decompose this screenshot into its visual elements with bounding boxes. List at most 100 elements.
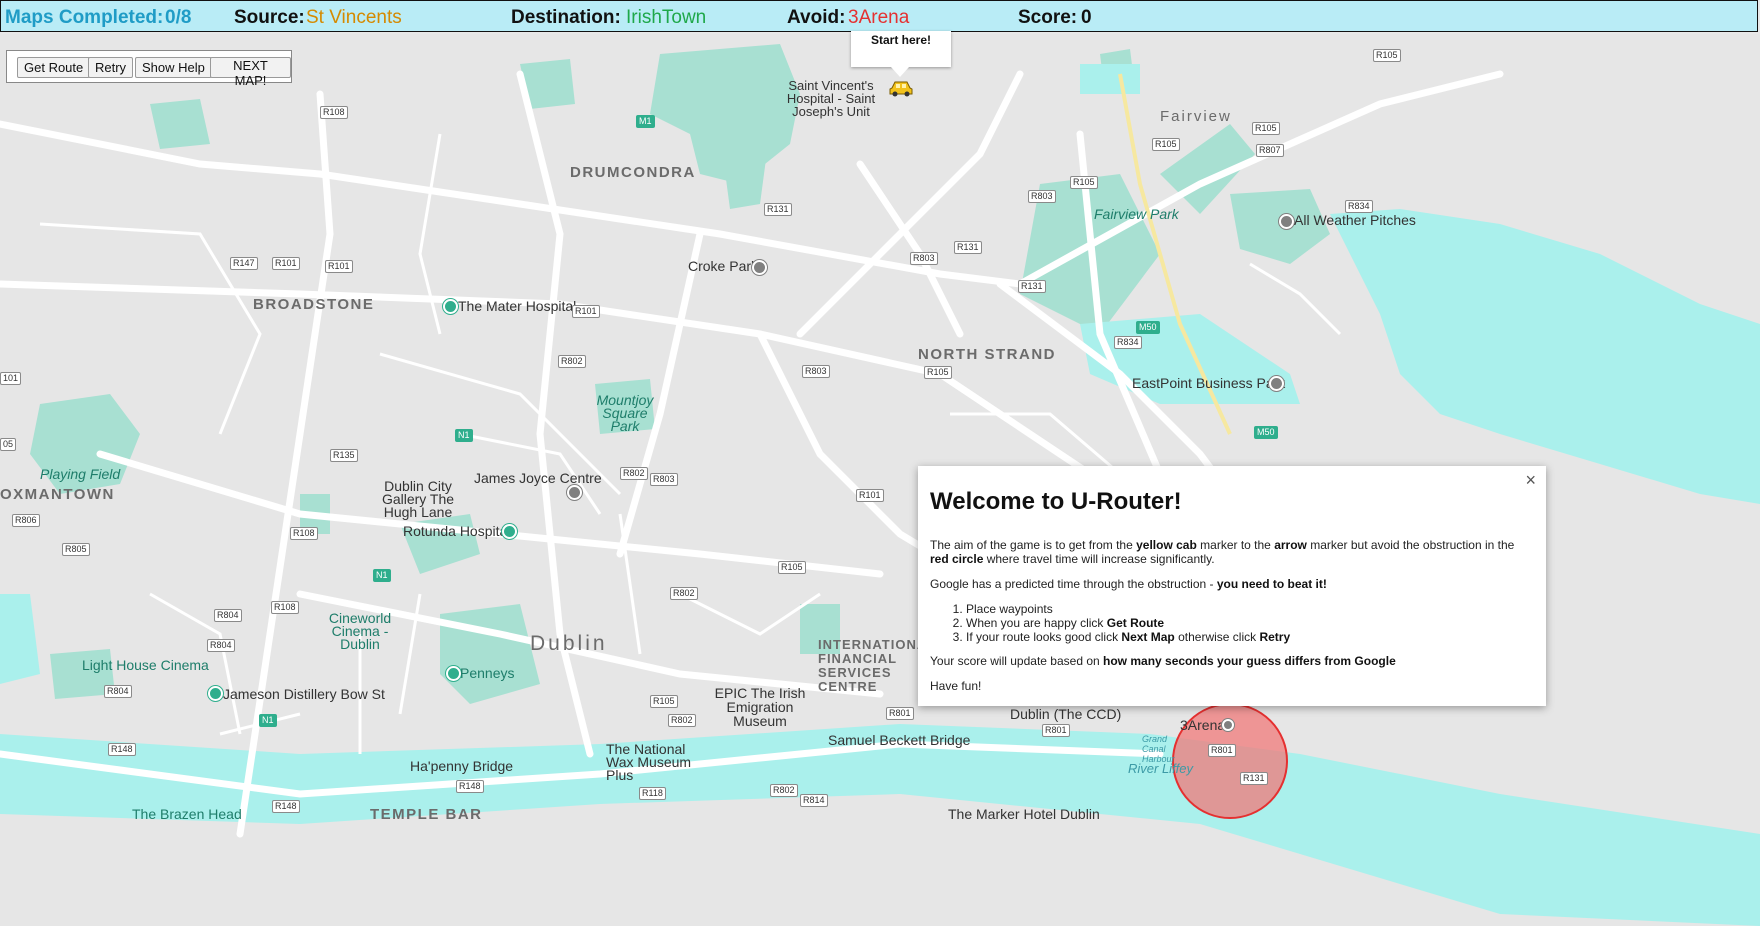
map-label-jameson: Jameson Distillery Bow St xyxy=(223,686,385,702)
dialog-intro: The aim of the game is to get from the y… xyxy=(930,538,1515,566)
road-shield: R801 xyxy=(1208,744,1236,757)
close-icon[interactable]: × xyxy=(1525,470,1536,491)
map-label-fairview-park: Fairview Park xyxy=(1094,206,1179,222)
road-shield: R804 xyxy=(207,639,235,652)
road-shield: R131 xyxy=(1018,280,1046,293)
map-label-mountjoy: Mountjoy Square Park xyxy=(596,392,654,434)
destination-label: Destination: xyxy=(511,7,621,28)
road-shield: 05 xyxy=(0,438,17,451)
road-shield: R803 xyxy=(802,365,830,378)
motorway-shield: M50 xyxy=(1254,426,1278,439)
map-label-hugh-lane: Dublin City Gallery The Hugh Lane xyxy=(381,478,455,520)
road-shield: R806 xyxy=(12,514,40,527)
road-shield: R802 xyxy=(770,784,798,797)
map-label-croke-park: Croke Park xyxy=(688,258,759,274)
road-shield: R801 xyxy=(1042,724,1070,737)
road-shield: R834 xyxy=(1345,200,1373,213)
map-label-penneys: Penneys xyxy=(460,665,515,681)
map-label-north-strand: NORTH STRAND xyxy=(918,346,1056,363)
road-shield: R105 xyxy=(1252,122,1280,135)
avoid-value: 3Arena xyxy=(848,7,910,28)
dialog-step: Place waypoints xyxy=(966,602,1532,616)
map-label-playing-field: Playing Field xyxy=(40,466,121,482)
rotunda-pin-icon[interactable] xyxy=(502,524,517,539)
motorway-shield: N1 xyxy=(259,714,277,727)
map-label-mater: The Mater Hospital xyxy=(458,298,577,314)
map-label-light-house: Light House Cinema xyxy=(82,657,209,673)
start-marker-label: Start here! xyxy=(870,33,932,47)
maps-completed-label: Maps Completed: xyxy=(5,7,164,28)
score-value: 0 xyxy=(1081,7,1092,28)
road-shield: R803 xyxy=(1028,190,1056,203)
road-shield: R807 xyxy=(1256,144,1284,157)
maps-completed-value: 0/8 xyxy=(165,7,192,28)
map-label-rotunda: Rotunda Hospital xyxy=(403,523,511,539)
map-label-fairview: Fairview xyxy=(1160,108,1232,125)
road-shield: R108 xyxy=(271,601,299,614)
map-label-hapenny: Ha'penny Bridge xyxy=(410,758,514,774)
road-shield: R101 xyxy=(572,305,600,318)
map-label-epic: EPIC The Irish Emigration Museum xyxy=(714,685,806,729)
road-shield: R148 xyxy=(456,780,484,793)
map-label-broadstone: BROADSTONE xyxy=(253,296,375,313)
map-label-st-vincents: Saint Vincent's Hospital - Saint Joseph'… xyxy=(786,78,876,119)
road-shield: R105 xyxy=(924,366,952,379)
map-label-all-weather: All Weather Pitches xyxy=(1294,212,1416,228)
road-shield: R147 xyxy=(230,257,258,270)
eastpoint-pin-icon[interactable] xyxy=(1269,376,1284,391)
destination-value: IrishTown xyxy=(626,7,707,28)
car-icon[interactable] xyxy=(888,78,914,98)
map-label-drumcondra: DRUMCONDRA xyxy=(570,164,696,181)
road-shield: R105 xyxy=(778,561,806,574)
motorway-shield: M1 xyxy=(636,115,655,128)
avoid-label: Avoid: xyxy=(787,7,846,28)
dialog-challenge: Google has a predicted time through the … xyxy=(930,577,1327,591)
dialog-steps: Place waypoints When you are happy click… xyxy=(930,602,1532,644)
road-shield: R105 xyxy=(1373,49,1401,62)
map-label-ifsc: INTERNATIONAL FINANCIAL SERVICES CENTRE xyxy=(818,637,936,694)
get-route-button[interactable]: Get Route xyxy=(17,57,91,78)
status-bar: Maps Completed: 0/8 Source: St Vincents … xyxy=(0,0,1758,32)
road-shield: R148 xyxy=(108,743,136,756)
map-label-oxmantown: OXMANTOWN xyxy=(0,486,115,503)
hospital-pin-icon[interactable] xyxy=(443,299,458,314)
road-shield: R802 xyxy=(670,587,698,600)
map-label-brazen: The Brazen Head xyxy=(132,806,242,822)
penneys-pin-icon[interactable] xyxy=(446,666,461,681)
road-shield: R108 xyxy=(320,106,348,119)
road-shield: R804 xyxy=(104,685,132,698)
road-shield: R148 xyxy=(272,800,300,813)
road-shield: R101 xyxy=(325,260,353,273)
road-shield: R803 xyxy=(910,252,938,265)
dialog-title: Welcome to U-Router! xyxy=(930,488,1182,515)
jameson-pin-icon[interactable] xyxy=(208,686,223,701)
road-shield: R802 xyxy=(620,467,648,480)
arena-pin-icon[interactable] xyxy=(1222,719,1234,731)
james-joyce-pin-icon[interactable] xyxy=(567,485,582,500)
road-shield: R834 xyxy=(1114,336,1142,349)
show-help-button[interactable]: Show Help xyxy=(135,57,212,78)
road-shield: R803 xyxy=(650,473,678,486)
croke-park-pin-icon[interactable] xyxy=(752,260,767,275)
retry-button[interactable]: Retry xyxy=(88,57,134,78)
motorway-shield: N1 xyxy=(373,569,391,582)
map-label-james-joyce: James Joyce Centre xyxy=(474,470,602,486)
dialog-step: If your route looks good click Next Map … xyxy=(966,630,1532,644)
route-controls: Get Route Retry Show Help NEXT MAP! xyxy=(6,50,292,88)
road-shield: R101 xyxy=(272,257,300,270)
map-label-beckett: Samuel Beckett Bridge xyxy=(828,732,971,748)
source-value: St Vincents xyxy=(306,7,402,28)
start-marker-tooltip: Start here! xyxy=(851,31,951,77)
next-map-button[interactable]: NEXT MAP! xyxy=(210,57,291,88)
all-weather-pin-icon[interactable] xyxy=(1279,214,1294,229)
map-label-wax: The National Wax Museum Plus xyxy=(606,741,692,783)
road-shield: R802 xyxy=(668,714,696,727)
road-shield: R135 xyxy=(330,449,358,462)
dialog-signoff: Have fun! xyxy=(930,679,982,693)
map-label-eastpoint: EastPoint Business Park xyxy=(1132,375,1286,391)
map-label-marker-hotel: The Marker Hotel Dublin xyxy=(948,806,1100,822)
map-label-3arena: 3Arena xyxy=(1180,717,1226,733)
road-shield: R105 xyxy=(650,695,678,708)
source-label: Source: xyxy=(234,7,305,28)
road-shield: R131 xyxy=(764,203,792,216)
